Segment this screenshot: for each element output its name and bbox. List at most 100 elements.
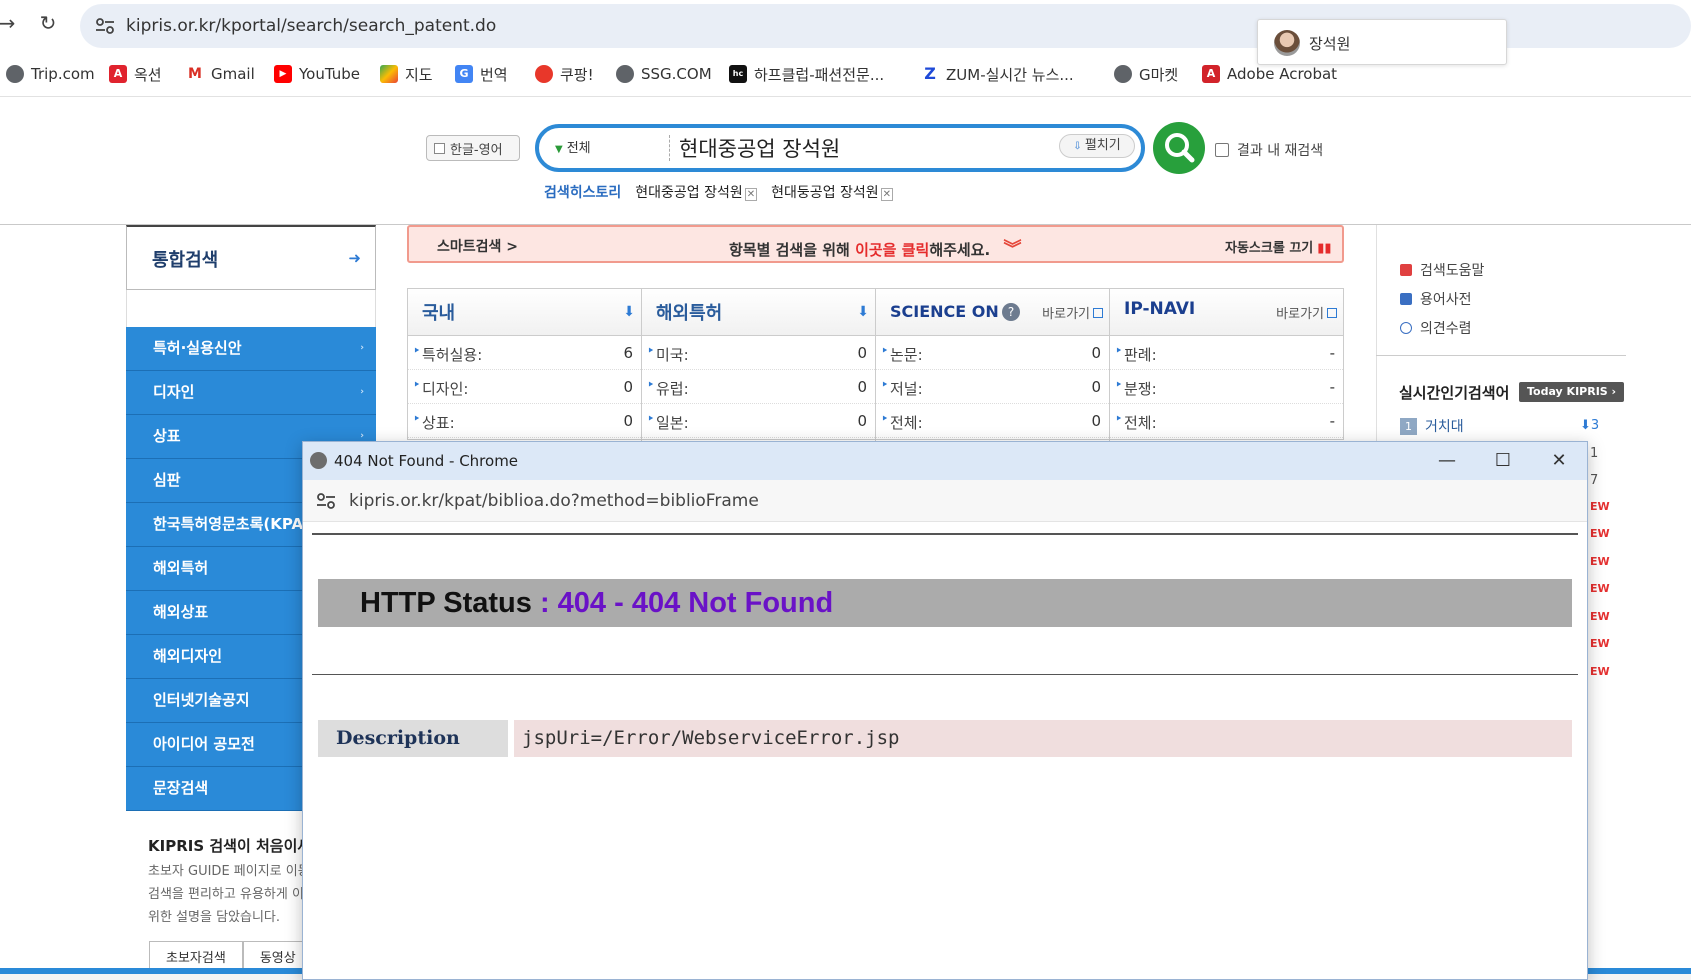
today-kipris-button[interactable]: Today KIPRIS › [1519, 382, 1625, 402]
close-icon[interactable]: ✕ [880, 188, 894, 201]
smart-search-link[interactable]: 스마트검색 > [437, 236, 518, 256]
bookmark-zum[interactable]: Z ZUM-실시간 뉴스... [921, 62, 1074, 86]
scienceon-goto-link[interactable]: 바로가기 [1042, 303, 1103, 322]
maximize-icon[interactable]: ☐ [1489, 448, 1517, 474]
bookmark-label: ZUM-실시간 뉴스... [946, 65, 1074, 84]
count-label: 전체: [881, 412, 923, 433]
count-row[interactable]: 디자인: 0 [408, 370, 641, 404]
new-badge: EW [1590, 500, 1610, 513]
auto-scroll-toggle[interactable]: 자동스크롤 끄기 ▮▮ [1225, 237, 1332, 256]
book-icon [1400, 292, 1412, 305]
count-label: 디자인: [413, 378, 469, 399]
new-badge: EW [1590, 665, 1610, 678]
tab-beginner-search[interactable]: 초보자검색 [149, 941, 243, 969]
feedback-link[interactable]: 의견수렴 [1400, 313, 1484, 342]
count-row[interactable]: 전체: 0 [876, 404, 1109, 438]
right-divider [1376, 355, 1626, 356]
history-item-label: 현대둥공업 장석원 [771, 185, 879, 201]
close-icon[interactable]: ✕ [744, 188, 758, 201]
count-row[interactable]: 논문: 0 [876, 336, 1109, 370]
count-row[interactable]: 미국: 0 [642, 336, 875, 370]
guide-text: 초보자 GUIDE 페이지로 이동 [148, 864, 310, 879]
glossary-link[interactable]: 용어사전 [1400, 284, 1484, 313]
bookmark-auction[interactable]: A 옥션 [109, 62, 162, 86]
smart-search-message[interactable]: 항목별 검색을 위해 이곳을 클릭해주세요. ︾ [729, 235, 1021, 261]
bookmark-youtube[interactable]: ▶ YouTube [274, 62, 360, 86]
bookmark-ssg[interactable]: SSG.COM [616, 62, 712, 86]
sidebar-item-label: 디자인 [153, 383, 195, 401]
search-scope-label: 전체 [566, 141, 591, 156]
site-settings-icon[interactable] [94, 16, 116, 36]
lang-toggle-checkbox[interactable] [434, 142, 445, 154]
bookmark-translate[interactable]: G 번역 [455, 62, 508, 86]
reload-icon[interactable]: ↻ [35, 10, 61, 36]
popup-url[interactable]: kipris.or.kr/kpat/biblioa.do?method=bibl… [349, 491, 759, 511]
arrow-down-icon: ⬇ [857, 304, 869, 320]
rank-trend: 7 [1590, 473, 1599, 488]
search-input[interactable]: 현대중공업 장석원 [679, 133, 840, 163]
bookmark-adobe-acrobat[interactable]: A Adobe Acrobat [1202, 62, 1337, 86]
research-option[interactable]: 결과 내 재검색 [1215, 140, 1323, 160]
close-icon[interactable]: ✕ [1545, 448, 1573, 474]
overseas-header[interactable]: 해외특허 ⬇ [642, 289, 875, 336]
bookmark-tripcom[interactable]: Trip.com [6, 62, 95, 86]
count-row[interactable]: 상표: 0 [408, 404, 641, 438]
research-checkbox[interactable] [1215, 143, 1229, 157]
count-label: 분쟁: [1115, 378, 1157, 399]
count-row[interactable]: 일본: 0 [642, 404, 875, 438]
bookmark-halfclub[interactable]: hc 하프클럽-패션전문... [729, 62, 884, 86]
count-row[interactable]: 판례: - [1110, 336, 1343, 370]
column-title: 국내 [422, 303, 456, 324]
search-button[interactable] [1153, 122, 1205, 174]
history-item-label: 현대중공업 장석원 [635, 185, 743, 201]
ipnavi-goto-link[interactable]: 바로가기 [1276, 303, 1337, 322]
back-arrow-icon[interactable]: → [0, 10, 20, 36]
popular-keyword-item[interactable]: 1 거치대 [1400, 416, 1464, 436]
youtube-icon: ▶ [274, 65, 292, 83]
count-row[interactable]: 분쟁: - [1110, 370, 1343, 404]
count-row[interactable]: 전체: - [1110, 404, 1343, 438]
description-value: jspUri=/Error/WebserviceError.jsp [514, 720, 1572, 757]
bookmark-gmail[interactable]: M Gmail [186, 62, 255, 86]
smart-message-text: 해주세요. [929, 241, 991, 259]
unified-search-tab[interactable]: 통합검색 ➜ [126, 225, 376, 290]
help-icon[interactable]: ? [1002, 303, 1020, 321]
help-link[interactable]: 검색도움말 [1400, 255, 1484, 284]
count-label: 일본: [647, 412, 689, 433]
count-label: 저널: [881, 378, 923, 399]
count-value: 0 [1091, 344, 1101, 362]
popup-titlebar[interactable]: 404 Not Found - Chrome — ☐ ✕ [303, 442, 1587, 480]
count-row[interactable]: 특허실용: 6 [408, 336, 641, 370]
count-value: - [1329, 378, 1335, 396]
smart-message-highlight[interactable]: 이곳을 클릭 [855, 241, 929, 259]
chevron-right-icon: › [360, 343, 364, 353]
lang-toggle-label: 한글-영어 [450, 142, 503, 158]
count-label: 특허실용: [413, 344, 482, 365]
guide-text: 검색을 편리하고 유용하게 이 [148, 887, 304, 902]
count-label: 판례: [1115, 344, 1157, 365]
address-url[interactable]: kipris.or.kr/kportal/search/search_paten… [126, 16, 496, 36]
minimize-icon[interactable]: — [1433, 448, 1461, 474]
bookmark-gmarket[interactable]: G마켓 [1114, 62, 1178, 86]
lang-toggle-button[interactable]: 한글-영어 [426, 135, 520, 161]
search-scope-select[interactable]: ▼ 전체 [555, 137, 591, 156]
domestic-header[interactable]: 국내 ⬇ [408, 289, 641, 336]
chevron-right-icon: › [360, 387, 364, 397]
history-item[interactable]: 현대둥공업 장석원 ✕ [771, 182, 894, 202]
popup-address-bar[interactable]: kipris.or.kr/kpat/biblioa.do?method=bibl… [303, 480, 1587, 522]
bookmark-maps[interactable]: 지도 [380, 62, 433, 86]
sidebar-spacer [126, 290, 376, 327]
new-badge: EW [1590, 555, 1610, 568]
sidebar-item-design[interactable]: 디자인 › [126, 371, 376, 415]
sidebar-item-patent[interactable]: 특허·실용신안 › [126, 327, 376, 371]
site-settings-icon[interactable] [315, 491, 337, 511]
bookmark-coupang[interactable]: 쿠팡! [535, 62, 594, 86]
expand-button[interactable]: ⇩ 펼치기 [1059, 134, 1135, 158]
count-row[interactable]: 유럽: 0 [642, 370, 875, 404]
smart-search-bar[interactable]: 스마트검색 > 항목별 검색을 위해 이곳을 클릭해주세요. ︾ 자동스크롤 끄… [407, 225, 1344, 263]
history-item[interactable]: 현대중공업 장석원 ✕ [635, 182, 758, 202]
count-row[interactable]: 저널: 0 [876, 370, 1109, 404]
browser-top-bar: → ↻ kipris.or.kr/kportal/search/search_p… [0, 0, 1691, 97]
profile-popup[interactable]: 장석원 [1257, 19, 1507, 65]
globe-icon [616, 65, 634, 83]
